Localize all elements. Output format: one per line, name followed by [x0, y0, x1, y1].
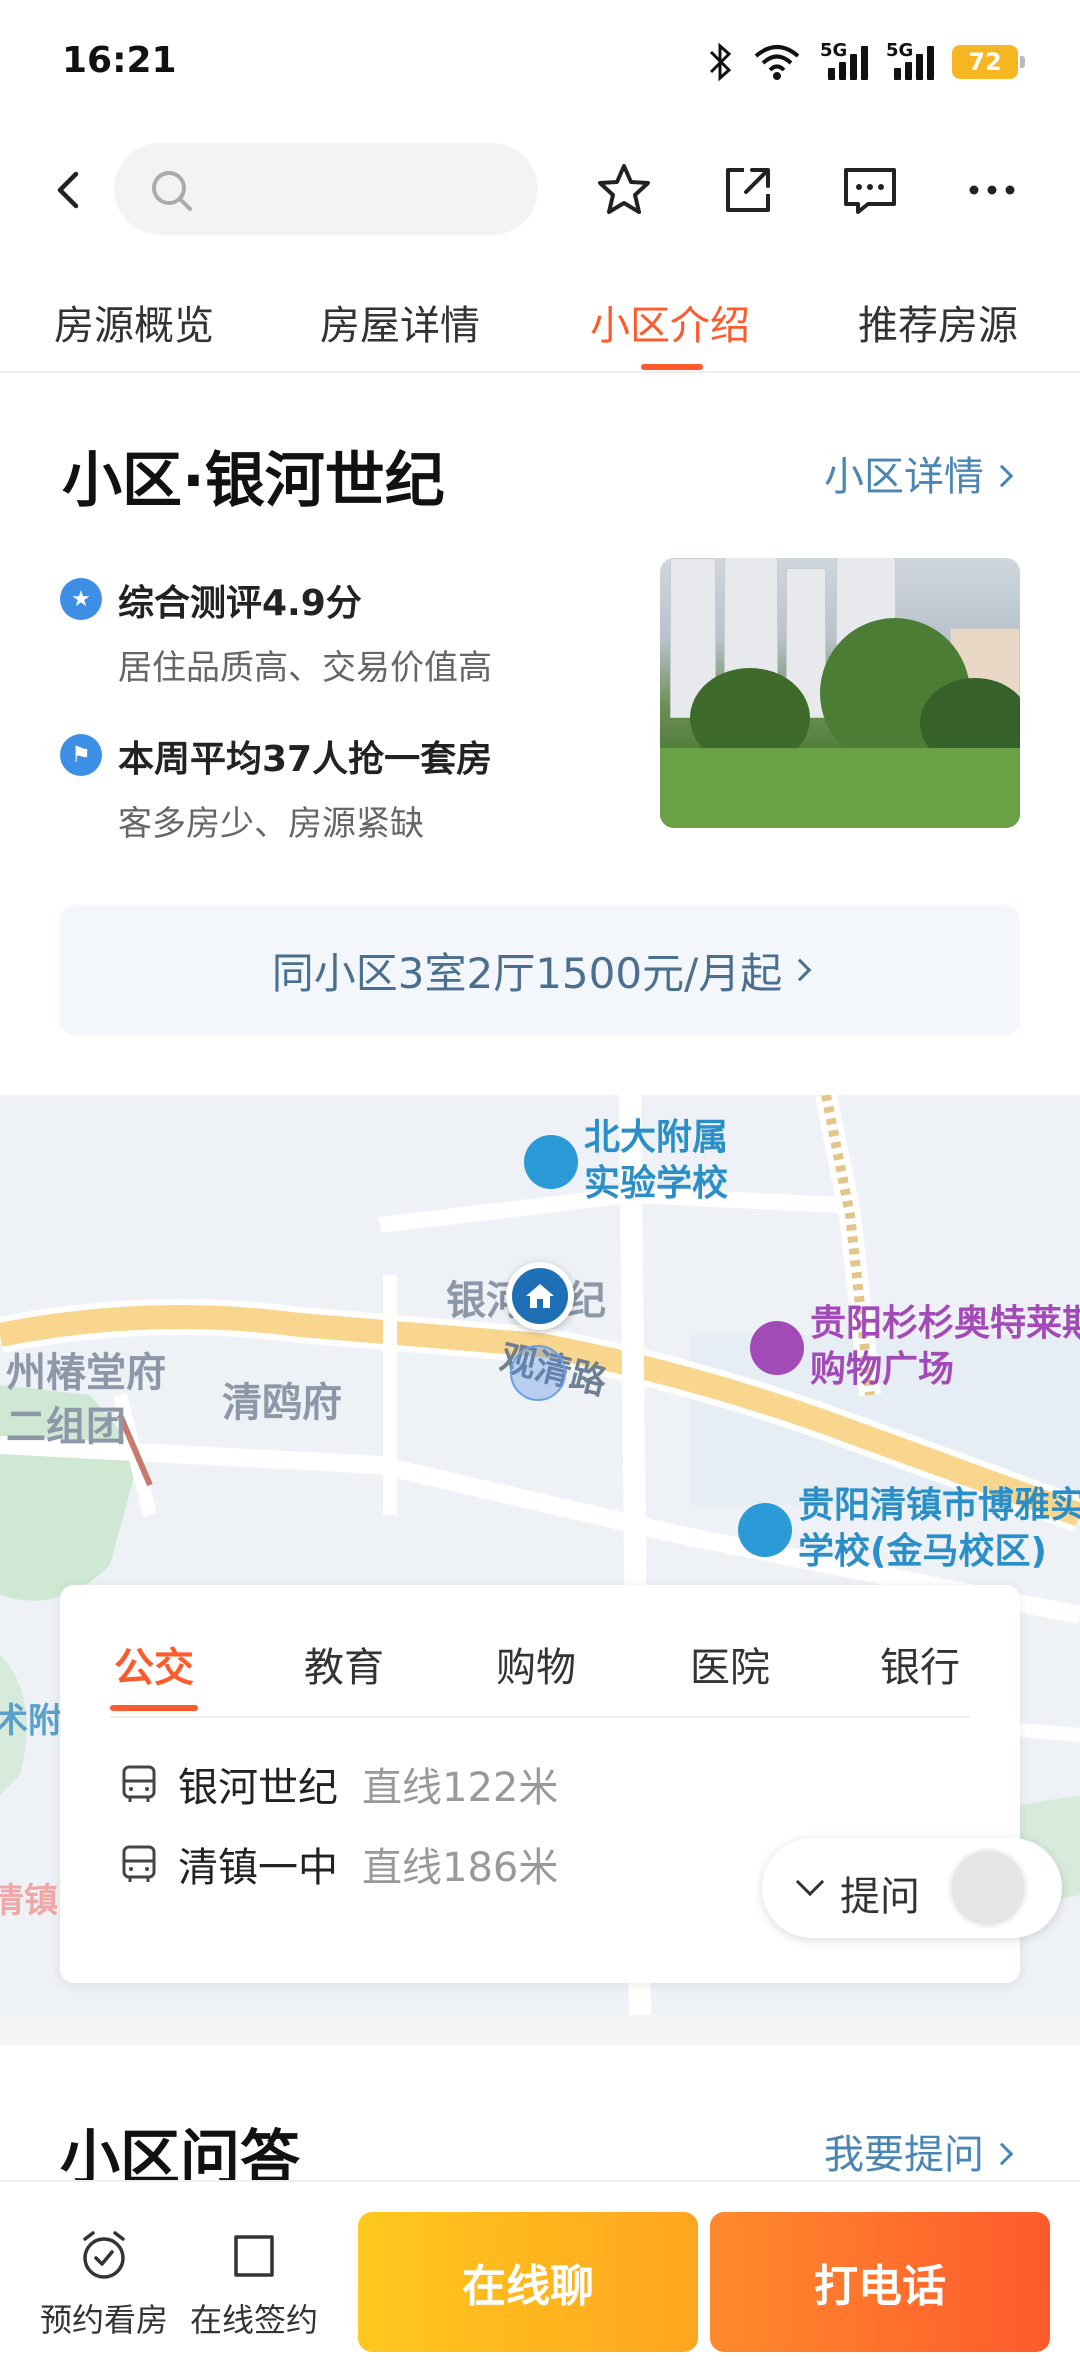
search-icon — [152, 171, 192, 211]
wifi-icon — [754, 45, 800, 80]
section-divider — [0, 2015, 1080, 2045]
tab-shopping[interactable]: 购物 — [496, 1635, 576, 1693]
active-tab-indicator — [641, 364, 703, 370]
share-icon[interactable] — [716, 158, 780, 222]
list-item[interactable]: 清镇一中 直线186米 — [118, 1835, 558, 1893]
ask-question-label: 我要提问 — [824, 2132, 984, 2178]
tab-overview[interactable]: 房源概览 — [54, 293, 214, 351]
chevron-right-icon — [788, 958, 812, 982]
community-photo[interactable] — [660, 558, 1020, 828]
online-sign-label: 在线签约 — [189, 2301, 318, 2339]
same-community-promo[interactable]: 同小区3室2厅1500元/月起 — [60, 905, 1020, 1035]
home-icon — [526, 1284, 554, 1308]
chevron-right-icon — [990, 464, 1014, 488]
tab-recommended[interactable]: 推荐房源 — [858, 293, 1018, 351]
divider — [110, 1716, 970, 1718]
mascot-avatar — [948, 1848, 1028, 1928]
poi-label[interactable]: 贵阳清镇市博雅实 学校(金马校区) — [798, 1483, 1080, 1575]
status-time: 16:21 — [62, 40, 177, 81]
tab-community[interactable]: 小区介绍 — [590, 293, 750, 351]
signal-5g-icon: 5G — [886, 40, 934, 80]
signal-5g-icon: 5G — [820, 40, 868, 80]
community-title: 小区·银河世纪 — [62, 446, 445, 516]
network-type-label: 5G — [820, 40, 848, 61]
online-sign-button[interactable]: 在线签约 — [184, 2227, 324, 2341]
promo-text: 同小区3室2厅1500元/月起 — [271, 948, 783, 998]
ask-label: 提问 — [840, 1874, 920, 1920]
book-viewing-label: 预约看房 — [39, 2301, 168, 2339]
shopping-pin-icon[interactable] — [750, 1321, 804, 1375]
book-viewing-button[interactable]: 预约看房 — [34, 2227, 174, 2341]
location-halo — [510, 1345, 566, 1401]
bottom-action-bar: 预约看房 在线签约 在线聊 打电话 — [0, 2180, 1080, 2375]
star-badge-icon: ★ — [60, 578, 102, 620]
chevron-right-icon — [990, 2142, 1014, 2166]
search-bar[interactable] — [114, 143, 538, 235]
alarm-clock-icon — [83, 2231, 125, 2279]
ask-question-button[interactable]: 提问 — [762, 1838, 1062, 1938]
tab-house-details[interactable]: 房屋详情 — [320, 293, 480, 351]
online-chat-button[interactable]: 在线聊 — [358, 2212, 698, 2352]
home-pin-icon[interactable] — [506, 1262, 574, 1330]
star-icon[interactable] — [592, 158, 656, 222]
community-detail-link[interactable]: 小区详情 — [824, 444, 1014, 502]
flag-badge-icon: ⚑ — [60, 734, 102, 776]
feature-subtitle: 客多房少、房源紧缺 — [118, 804, 424, 844]
community-detail-label: 小区详情 — [824, 454, 984, 500]
battery-icon: 72 — [952, 45, 1025, 79]
feature-title: 综合测评4.9分 — [118, 583, 362, 624]
tab-bus[interactable]: 公交 — [114, 1635, 194, 1693]
tab-hospital[interactable]: 医院 — [690, 1635, 770, 1693]
active-tab-indicator — [110, 1705, 198, 1711]
stop-distance: 直线122米 — [362, 1765, 559, 1811]
bus-icon — [122, 1845, 156, 1882]
place-label: 清鸥府 — [222, 1380, 342, 1426]
stop-name: 清镇一中 — [178, 1845, 338, 1891]
status-bar: 16:21 5G 5G 72 — [0, 0, 1080, 130]
bluetooth-icon — [709, 42, 732, 82]
school-pin-icon[interactable] — [738, 1503, 792, 1557]
place-label: 二组团 — [6, 1404, 126, 1450]
call-button[interactable]: 打电话 — [710, 2212, 1050, 2352]
section-tabs: 房源概览 房屋详情 小区介绍 推荐房源 — [0, 255, 1080, 373]
top-nav — [0, 130, 1080, 250]
chevron-down-icon — [795, 1867, 825, 1897]
contract-icon — [234, 2235, 274, 2277]
message-icon[interactable] — [838, 158, 902, 222]
back-arrow-icon[interactable] — [40, 160, 100, 220]
network-type-label: 5G — [886, 40, 914, 61]
feature-subtitle: 居住品质高、交易价值高 — [118, 648, 492, 688]
stop-name: 银河世纪 — [178, 1765, 338, 1811]
tab-bank[interactable]: 银行 — [880, 1635, 960, 1693]
feature-title: 本周平均37人抢一套房 — [118, 739, 493, 780]
poi-label[interactable]: 贵阳杉杉奥特莱斯 购物广场 — [810, 1301, 1080, 1393]
status-icons: 5G 5G 72 — [708, 40, 1025, 82]
list-item[interactable]: 银河世纪 直线122米 — [118, 1755, 558, 1813]
ask-question-link[interactable]: 我要提问 — [824, 2122, 1014, 2180]
more-icon[interactable] — [960, 158, 1024, 222]
tab-education[interactable]: 教育 — [304, 1635, 384, 1693]
poi-label[interactable]: 北大附属 实验学校 — [584, 1115, 728, 1207]
place-label: 清镇 — [0, 1881, 58, 1921]
bus-icon — [122, 1765, 156, 1802]
search-input[interactable] — [214, 163, 514, 215]
school-pin-icon[interactable] — [524, 1135, 578, 1189]
place-label: 州椿堂府 — [6, 1350, 166, 1396]
place-label: 术附 — [0, 1701, 62, 1741]
stop-distance: 直线186米 — [362, 1845, 559, 1891]
